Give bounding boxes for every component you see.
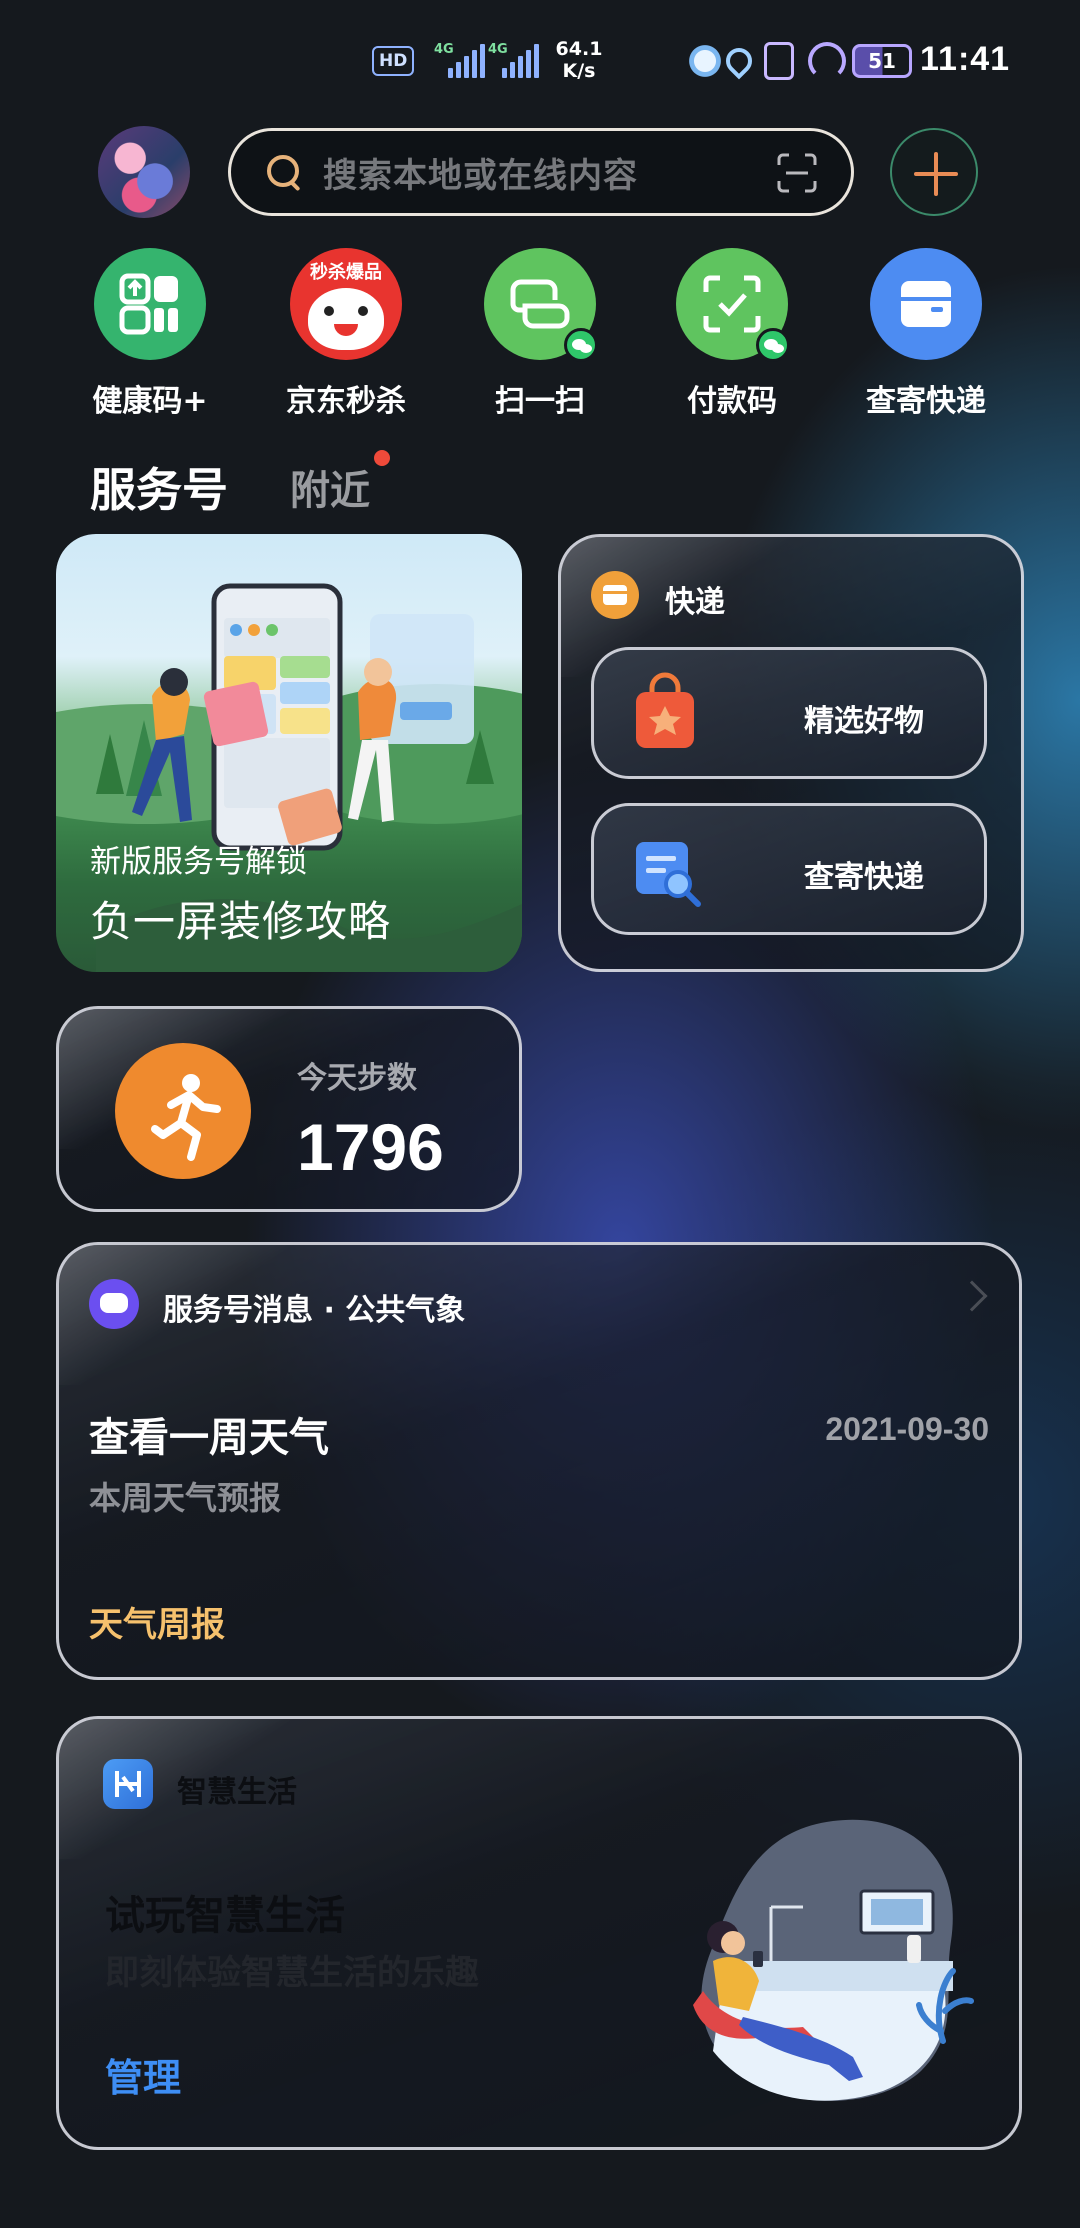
quick-app-label: 付款码 [687, 384, 777, 419]
package-search-icon [636, 842, 701, 907]
promo-title: 新版服务号解锁 [90, 844, 307, 880]
scan-icon[interactable] [777, 153, 817, 193]
steps-label: 今天步数 [297, 1061, 417, 1096]
chevron-right-icon[interactable] [956, 1280, 988, 1312]
smart-life-name: 智慧生活 [177, 1775, 297, 1810]
health-code-icon [94, 248, 206, 360]
quick-app-label: 扫一扫 [495, 384, 585, 419]
speed-icon [808, 42, 846, 80]
message-source: 服务号消息 · 公共气象 [163, 1293, 466, 1328]
message-title: 查看一周天气 [89, 1415, 329, 1461]
jd-icon: 秒杀爆品 [290, 248, 402, 360]
signal-icon: 4G [434, 42, 488, 78]
status-bar: HD 4G 4G 64.1 K/s 51 11:41 [0, 36, 1080, 90]
express-item-track[interactable]: 查寄快递 [591, 803, 987, 935]
message-date: 2021-09-30 [825, 1411, 989, 1447]
pay-code-icon [676, 248, 790, 362]
express-card[interactable]: 快递 精选好物 查寄快递 [558, 534, 1024, 972]
weather-message-card[interactable]: 服务号消息 · 公共气象 查看一周天气 2021-09-30 本周天气预报 天气… [56, 1242, 1022, 1680]
avatar[interactable] [98, 126, 190, 218]
quick-app-jd[interactable]: 秒杀爆品 京东秒杀 [276, 248, 416, 420]
smart-life-illustration [693, 1819, 974, 2102]
search-bar[interactable]: 搜索本地或在线内容 [228, 128, 854, 216]
package-icon [870, 248, 982, 360]
express-item-label: 查寄快递 [804, 860, 924, 895]
message-icon [89, 1279, 139, 1329]
manage-button[interactable]: 管理 [105, 2047, 181, 2102]
scan-icon [484, 248, 598, 362]
running-icon [115, 1043, 251, 1179]
jd-badge-text: 秒杀爆品 [310, 262, 382, 283]
smart-life-title: 试玩智慧生活 [105, 1893, 345, 1939]
quick-app-pay-code[interactable]: 付款码 [662, 248, 802, 420]
quick-app-label: 健康码+ [92, 384, 208, 419]
location-icon [720, 42, 758, 80]
search-icon [265, 153, 303, 191]
express-icon [591, 571, 639, 619]
steps-value: 1796 [297, 1110, 444, 1184]
promo-card[interactable]: 新版服务号解锁 负一屏装修攻略 [56, 534, 522, 972]
message-subtitle: 本周天气预报 [89, 1479, 282, 1517]
add-button[interactable] [890, 128, 978, 216]
hd-badge: HD [372, 46, 415, 76]
quick-app-health-code[interactable]: 健康码+ [80, 248, 220, 420]
express-item-featured[interactable]: 精选好物 [591, 647, 987, 779]
smart-life-subtitle: 即刻体验智慧生活的乐趣 [105, 1953, 479, 1993]
shopping-bag-icon [636, 672, 694, 748]
smart-life-card[interactable]: 智慧生活 试玩智慧生活 即刻体验智慧生活的乐趣 管理 [56, 1716, 1022, 2150]
tab-nearby[interactable]: 附近 [290, 458, 370, 516]
notification-dot [374, 450, 390, 466]
battery-indicator: 51 [852, 44, 912, 78]
quick-app-express[interactable]: 查寄快递 [856, 248, 996, 420]
wechat-icon [756, 328, 790, 362]
clock: 11:41 [920, 40, 1011, 78]
alarm-icon [686, 42, 724, 80]
quick-app-label: 京东秒杀 [286, 384, 406, 419]
promo-subtitle: 负一屏装修攻略 [90, 897, 392, 946]
wechat-icon [564, 328, 598, 362]
search-input[interactable]: 搜索本地或在线内容 [323, 148, 638, 197]
quick-app-scan[interactable]: 扫一扫 [470, 248, 610, 420]
express-item-label: 精选好物 [804, 704, 924, 739]
tab-service[interactable]: 服务号 [90, 454, 228, 520]
quick-app-label: 查寄快递 [866, 384, 986, 419]
signal-icon: 4G [488, 42, 542, 78]
express-title: 快递 [665, 585, 725, 620]
vibrate-icon [764, 42, 794, 80]
steps-card[interactable]: 今天步数 1796 [56, 1006, 522, 1212]
message-footer-link[interactable]: 天气周报 [89, 1597, 225, 1646]
network-speed: 64.1 K/s [555, 38, 603, 82]
smart-life-icon [103, 1759, 153, 1809]
